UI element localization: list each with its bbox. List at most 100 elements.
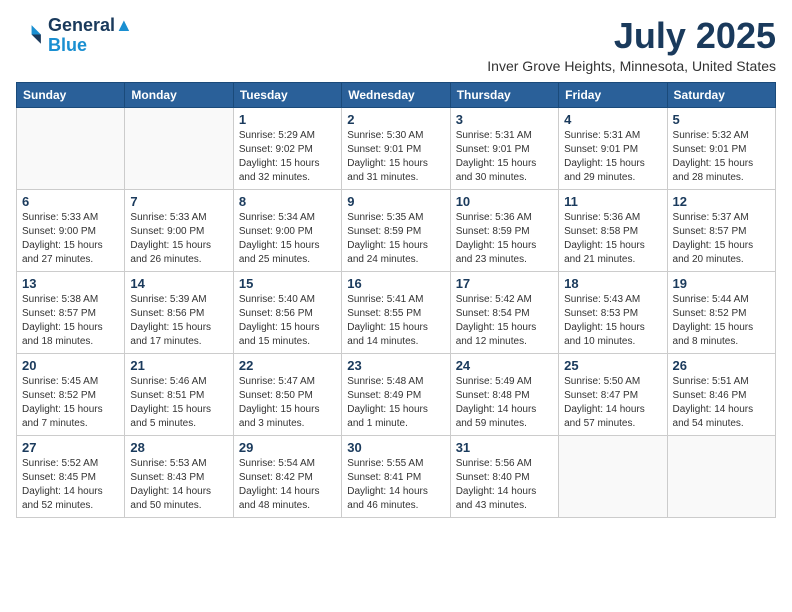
- day-number: 27: [22, 440, 119, 455]
- weekday-header-wednesday: Wednesday: [342, 82, 450, 107]
- day-number: 8: [239, 194, 336, 209]
- week-row-5: 27 Sunrise: 5:52 AM Sunset: 8:45 PM Dayli…: [17, 435, 776, 517]
- day-number: 6: [22, 194, 119, 209]
- logo-text: General▲ Blue: [48, 16, 133, 56]
- calendar-cell: 27 Sunrise: 5:52 AM Sunset: 8:45 PM Dayli…: [17, 435, 125, 517]
- weekday-header-thursday: Thursday: [450, 82, 558, 107]
- day-info: Sunrise: 5:50 AM Sunset: 8:47 PM Dayligh…: [564, 375, 661, 431]
- day-info: Sunrise: 5:30 AM Sunset: 9:01 PM Dayligh…: [347, 129, 444, 185]
- day-info: Sunrise: 5:55 AM Sunset: 8:41 PM Dayligh…: [347, 457, 444, 513]
- calendar-cell: 21Sunrise: 5:46 AM Sunset: 8:51 PM Dayli…: [125, 353, 233, 435]
- day-number: 12: [673, 194, 770, 209]
- day-number: 25: [564, 358, 661, 373]
- day-number: 7: [130, 194, 227, 209]
- calendar-cell: 28 Sunrise: 5:53 AM Sunset: 8:43 PM Dayli…: [125, 435, 233, 517]
- day-number: 26: [673, 358, 770, 373]
- day-number: 30: [347, 440, 444, 455]
- day-number: 23: [347, 358, 444, 373]
- day-info: Sunrise: 5:42 AM Sunset: 8:54 PM Dayligh…: [456, 293, 553, 349]
- day-info: Sunrise: 5:35 AM Sunset: 8:59 PM Dayligh…: [347, 211, 444, 267]
- day-info: Sunrise: 5:53 AM Sunset: 8:43 PM Dayligh…: [130, 457, 227, 513]
- day-number: 15: [239, 276, 336, 291]
- calendar-cell: 5Sunrise: 5:32 AM Sunset: 9:01 PM Daylig…: [667, 107, 775, 189]
- calendar-cell: 24 Sunrise: 5:49 AM Sunset: 8:48 PM Dayli…: [450, 353, 558, 435]
- calendar-cell: [559, 435, 667, 517]
- day-info: Sunrise: 5:41 AM Sunset: 8:55 PM Dayligh…: [347, 293, 444, 349]
- day-info: Sunrise: 5:54 AM Sunset: 8:42 PM Dayligh…: [239, 457, 336, 513]
- day-info: Sunrise: 5:38 AM Sunset: 8:57 PM Dayligh…: [22, 293, 119, 349]
- day-number: 1: [239, 112, 336, 127]
- day-info: Sunrise: 5:32 AM Sunset: 9:01 PM Dayligh…: [673, 129, 770, 185]
- calendar-cell: 4 Sunrise: 5:31 AM Sunset: 9:01 PM Daylig…: [559, 107, 667, 189]
- day-info: Sunrise: 5:43 AM Sunset: 8:53 PM Dayligh…: [564, 293, 661, 349]
- day-info: Sunrise: 5:52 AM Sunset: 8:45 PM Dayligh…: [22, 457, 119, 513]
- calendar-cell: 17Sunrise: 5:42 AM Sunset: 8:54 PM Dayli…: [450, 271, 558, 353]
- day-info: Sunrise: 5:33 AM Sunset: 9:00 PM Dayligh…: [130, 211, 227, 267]
- day-number: 4: [564, 112, 661, 127]
- calendar-cell: 7 Sunrise: 5:33 AM Sunset: 9:00 PM Daylig…: [125, 189, 233, 271]
- day-info: Sunrise: 5:36 AM Sunset: 8:58 PM Dayligh…: [564, 211, 661, 267]
- day-number: 28: [130, 440, 227, 455]
- calendar-cell: 19Sunrise: 5:44 AM Sunset: 8:52 PM Dayli…: [667, 271, 775, 353]
- calendar-cell: 14 Sunrise: 5:39 AM Sunset: 8:56 PM Dayli…: [125, 271, 233, 353]
- calendar-cell: 10 Sunrise: 5:36 AM Sunset: 8:59 PM Dayli…: [450, 189, 558, 271]
- calendar-cell: 8 Sunrise: 5:34 AM Sunset: 9:00 PM Daylig…: [233, 189, 341, 271]
- day-number: 18: [564, 276, 661, 291]
- location-title: Inver Grove Heights, Minnesota, United S…: [487, 58, 776, 74]
- calendar-cell: 29 Sunrise: 5:54 AM Sunset: 8:42 PM Dayli…: [233, 435, 341, 517]
- calendar-table: SundayMondayTuesdayWednesdayThursdayFrid…: [16, 82, 776, 518]
- day-info: Sunrise: 5:47 AM Sunset: 8:50 PM Dayligh…: [239, 375, 336, 431]
- day-info: Sunrise: 5:49 AM Sunset: 8:48 PM Dayligh…: [456, 375, 553, 431]
- calendar-cell: [667, 435, 775, 517]
- calendar-cell: 25 Sunrise: 5:50 AM Sunset: 8:47 PM Dayli…: [559, 353, 667, 435]
- day-number: 11: [564, 194, 661, 209]
- title-block: July 2025 Inver Grove Heights, Minnesota…: [487, 16, 776, 74]
- calendar-cell: 1Sunrise: 5:29 AM Sunset: 9:02 PM Daylig…: [233, 107, 341, 189]
- weekday-header-monday: Monday: [125, 82, 233, 107]
- calendar-cell: 13 Sunrise: 5:38 AM Sunset: 8:57 PM Dayli…: [17, 271, 125, 353]
- day-info: Sunrise: 5:36 AM Sunset: 8:59 PM Dayligh…: [456, 211, 553, 267]
- weekday-header-saturday: Saturday: [667, 82, 775, 107]
- day-number: 22: [239, 358, 336, 373]
- day-info: Sunrise: 5:44 AM Sunset: 8:52 PM Dayligh…: [673, 293, 770, 349]
- day-info: Sunrise: 5:34 AM Sunset: 9:00 PM Dayligh…: [239, 211, 336, 267]
- calendar-cell: 18 Sunrise: 5:43 AM Sunset: 8:53 PM Dayli…: [559, 271, 667, 353]
- day-info: Sunrise: 5:45 AM Sunset: 8:52 PM Dayligh…: [22, 375, 119, 431]
- calendar-cell: 3Sunrise: 5:31 AM Sunset: 9:01 PM Daylig…: [450, 107, 558, 189]
- month-title: July 2025: [487, 16, 776, 56]
- day-number: 9: [347, 194, 444, 209]
- weekday-header-sunday: Sunday: [17, 82, 125, 107]
- weekday-header-row: SundayMondayTuesdayWednesdayThursdayFrid…: [17, 82, 776, 107]
- calendar-cell: 16 Sunrise: 5:41 AM Sunset: 8:55 PM Dayli…: [342, 271, 450, 353]
- day-info: Sunrise: 5:39 AM Sunset: 8:56 PM Dayligh…: [130, 293, 227, 349]
- calendar-cell: 31 Sunrise: 5:56 AM Sunset: 8:40 PM Dayli…: [450, 435, 558, 517]
- day-number: 2: [347, 112, 444, 127]
- day-info: Sunrise: 5:56 AM Sunset: 8:40 PM Dayligh…: [456, 457, 553, 513]
- calendar-cell: 9 Sunrise: 5:35 AM Sunset: 8:59 PM Daylig…: [342, 189, 450, 271]
- calendar-cell: [125, 107, 233, 189]
- day-number: 10: [456, 194, 553, 209]
- calendar-cell: [17, 107, 125, 189]
- calendar-cell: 12 Sunrise: 5:37 AM Sunset: 8:57 PM Dayli…: [667, 189, 775, 271]
- page-header: General▲ Blue July 2025 Inver Grove Heig…: [16, 16, 776, 74]
- calendar-cell: 15 Sunrise: 5:40 AM Sunset: 8:56 PM Dayli…: [233, 271, 341, 353]
- day-info: Sunrise: 5:40 AM Sunset: 8:56 PM Dayligh…: [239, 293, 336, 349]
- day-number: 3: [456, 112, 553, 127]
- day-number: 29: [239, 440, 336, 455]
- day-number: 31: [456, 440, 553, 455]
- day-number: 13: [22, 276, 119, 291]
- calendar-cell: 11 Sunrise: 5:36 AM Sunset: 8:58 PM Dayli…: [559, 189, 667, 271]
- calendar-cell: 30 Sunrise: 5:55 AM Sunset: 8:41 PM Dayli…: [342, 435, 450, 517]
- day-info: Sunrise: 5:48 AM Sunset: 8:49 PM Dayligh…: [347, 375, 444, 431]
- day-number: 20: [22, 358, 119, 373]
- day-number: 14: [130, 276, 227, 291]
- day-info: Sunrise: 5:31 AM Sunset: 9:01 PM Dayligh…: [564, 129, 661, 185]
- day-info: Sunrise: 5:37 AM Sunset: 8:57 PM Dayligh…: [673, 211, 770, 267]
- day-number: 24: [456, 358, 553, 373]
- week-row-1: 1Sunrise: 5:29 AM Sunset: 9:02 PM Daylig…: [17, 107, 776, 189]
- day-info: Sunrise: 5:51 AM Sunset: 8:46 PM Dayligh…: [673, 375, 770, 431]
- day-number: 16: [347, 276, 444, 291]
- calendar-cell: 6 Sunrise: 5:33 AM Sunset: 9:00 PM Daylig…: [17, 189, 125, 271]
- day-info: Sunrise: 5:33 AM Sunset: 9:00 PM Dayligh…: [22, 211, 119, 267]
- week-row-3: 13 Sunrise: 5:38 AM Sunset: 8:57 PM Dayli…: [17, 271, 776, 353]
